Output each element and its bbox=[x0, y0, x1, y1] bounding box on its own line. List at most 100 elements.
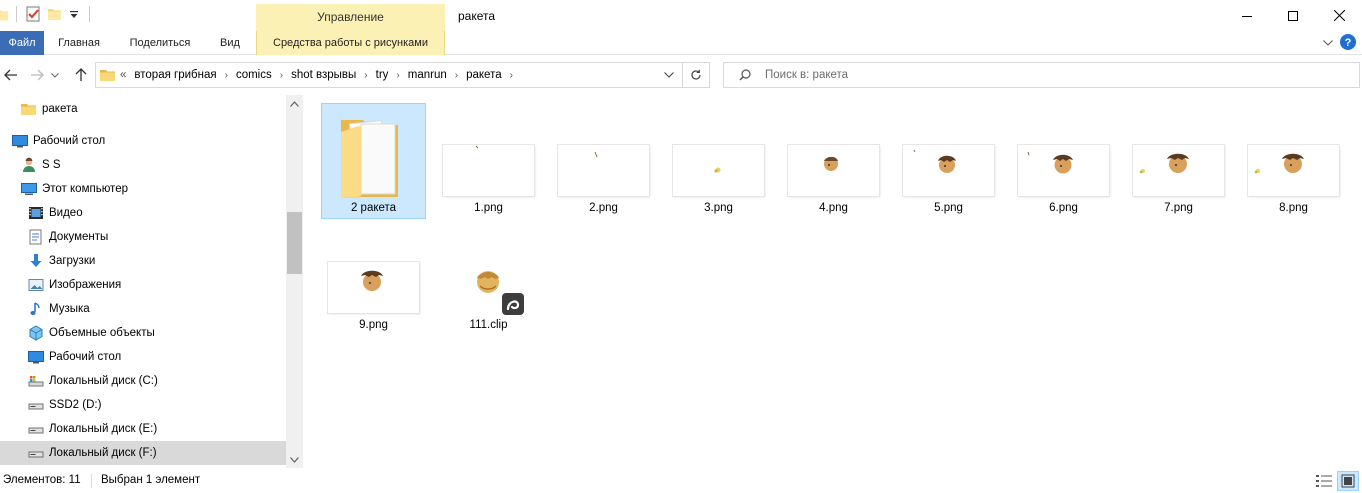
navigation-pane: ракета Рабочий стол S S Этот компьютер В… bbox=[0, 95, 303, 468]
image-thumbnail bbox=[903, 145, 994, 196]
chevron-right-icon[interactable]: › bbox=[396, 70, 399, 81]
breadcrumb-item[interactable]: manrun bbox=[408, 69, 447, 81]
file-name: 7.png bbox=[1164, 202, 1193, 214]
nav-item-music[interactable]: Музыка bbox=[0, 297, 286, 321]
breadcrumb-item[interactable]: try bbox=[376, 69, 389, 81]
chevron-up-icon bbox=[290, 100, 299, 107]
arrow-right-icon bbox=[31, 69, 44, 81]
drive-icon bbox=[28, 445, 44, 461]
large-icons-view-button[interactable] bbox=[1337, 471, 1359, 491]
expand-ribbon-button[interactable] bbox=[1318, 34, 1338, 52]
file-item-clip[interactable]: 111.clip bbox=[436, 220, 541, 336]
file-item-image[interactable]: 4.png bbox=[781, 103, 886, 219]
refresh-icon bbox=[691, 69, 701, 80]
file-name: 1.png bbox=[474, 202, 503, 214]
nav-item-raketa[interactable]: ракета bbox=[0, 97, 286, 121]
file-item-folder[interactable]: 2 ракета bbox=[321, 103, 426, 219]
nav-item-label: Загрузки bbox=[49, 255, 96, 267]
back-button[interactable] bbox=[0, 65, 22, 85]
up-button[interactable] bbox=[70, 65, 92, 85]
tab-home[interactable]: Главная bbox=[48, 31, 110, 55]
scrollbar-thumb[interactable] bbox=[287, 212, 302, 274]
nav-item-downloads[interactable]: Загрузки bbox=[0, 249, 286, 273]
nav-item-this-pc[interactable]: Этот компьютер bbox=[0, 177, 286, 201]
file-item-image[interactable]: 6.png bbox=[1011, 103, 1116, 219]
chevron-right-icon[interactable]: › bbox=[280, 70, 283, 81]
file-item-image[interactable]: 8.png bbox=[1241, 103, 1346, 219]
customize-qat-icon[interactable] bbox=[69, 6, 79, 22]
file-item-image[interactable]: 2.png bbox=[551, 103, 656, 219]
image-thumbnail bbox=[673, 145, 764, 196]
properties-icon[interactable] bbox=[25, 6, 41, 22]
help-button[interactable]: ? bbox=[1340, 34, 1358, 52]
breadcrumb: « вторая грибная › comics › shot взрывы … bbox=[120, 63, 521, 87]
nav-item-pictures[interactable]: Изображения bbox=[0, 273, 286, 297]
tab-view[interactable]: Вид bbox=[208, 31, 252, 55]
address-history-button[interactable] bbox=[658, 63, 680, 87]
nav-item-desktop[interactable]: Рабочий стол bbox=[0, 345, 286, 369]
file-item-image[interactable]: 1.png bbox=[436, 103, 541, 219]
nav-item-label: ракета bbox=[42, 103, 78, 115]
file-name: 3.png bbox=[704, 202, 733, 214]
nav-item-drive-c[interactable]: Локальный диск (C:) bbox=[0, 369, 286, 393]
breadcrumb-item[interactable]: shot взрывы bbox=[291, 69, 356, 81]
image-thumbnail bbox=[1018, 145, 1109, 196]
large-icons-view-icon bbox=[1341, 474, 1355, 488]
nav-item-drive-e[interactable]: Локальный диск (E:) bbox=[0, 417, 286, 441]
quick-access-toolbar bbox=[0, 6, 90, 22]
search-input[interactable]: Поиск в: ракета bbox=[723, 62, 1360, 88]
minimize-button[interactable] bbox=[1224, 0, 1270, 31]
status-divider bbox=[91, 474, 92, 488]
address-bar[interactable]: « вторая грибная › comics › shot взрывы … bbox=[95, 62, 710, 88]
scroll-up-button[interactable] bbox=[286, 95, 303, 112]
maximize-button[interactable] bbox=[1270, 0, 1316, 31]
chevron-right-icon[interactable]: › bbox=[364, 70, 367, 81]
refresh-button[interactable] bbox=[682, 63, 709, 87]
file-item-image[interactable]: 7.png bbox=[1126, 103, 1231, 219]
file-item-image[interactable]: 5.png bbox=[896, 103, 1001, 219]
nav-item-user[interactable]: S S bbox=[0, 153, 286, 177]
nav-item-label: Локальный диск (C:) bbox=[49, 375, 158, 387]
forward-button[interactable] bbox=[26, 65, 48, 85]
nav-item-drive-f[interactable]: Локальный диск (F:) bbox=[0, 441, 286, 465]
breadcrumb-item[interactable]: вторая грибная bbox=[134, 69, 216, 81]
nav-item-drive-d[interactable]: SSD2 (D:) bbox=[0, 393, 286, 417]
nav-item-label: Музыка bbox=[49, 303, 90, 315]
folder-icon bbox=[100, 67, 116, 83]
context-group-title: Управление bbox=[317, 10, 384, 24]
help-icon: ? bbox=[1340, 34, 1356, 50]
desktop-icon bbox=[12, 133, 28, 149]
scroll-down-button[interactable] bbox=[286, 451, 303, 468]
nav-item-3d-objects[interactable]: Объемные объекты bbox=[0, 321, 286, 345]
folder-icon[interactable] bbox=[0, 6, 10, 22]
tab-file[interactable]: Файл bbox=[0, 31, 44, 55]
nav-item-video[interactable]: Видео bbox=[0, 201, 286, 225]
nav-scrollbar[interactable] bbox=[286, 95, 303, 468]
3d-objects-icon bbox=[28, 325, 44, 341]
tab-share[interactable]: Поделиться bbox=[120, 31, 200, 55]
close-button[interactable] bbox=[1316, 0, 1362, 31]
file-item-image[interactable]: 3.png bbox=[666, 103, 771, 219]
chevron-right-icon[interactable]: › bbox=[455, 70, 458, 81]
details-view-button[interactable] bbox=[1313, 471, 1335, 491]
drive-c-icon bbox=[28, 373, 44, 389]
nav-item-desktop-root[interactable]: Рабочий стол bbox=[0, 129, 286, 153]
downloads-icon bbox=[28, 253, 44, 269]
nav-item-label: Рабочий стол bbox=[33, 135, 106, 147]
breadcrumb-item[interactable]: comics bbox=[236, 69, 272, 81]
recent-locations-button[interactable] bbox=[48, 65, 62, 85]
breadcrumb-item[interactable]: ракета bbox=[466, 69, 502, 81]
window-title: ракета bbox=[458, 9, 496, 23]
nav-item-label: Документы bbox=[49, 231, 109, 243]
tab-picture-tools[interactable]: Средства работы с рисунками bbox=[256, 31, 445, 55]
chevron-right-icon[interactable]: › bbox=[510, 70, 513, 81]
chevron-right-icon[interactable]: › bbox=[225, 70, 228, 81]
file-item-image[interactable]: 9.png bbox=[321, 220, 426, 336]
music-icon bbox=[28, 301, 44, 317]
nav-item-documents[interactable]: Документы bbox=[0, 225, 286, 249]
nav-item-label: Видео bbox=[49, 207, 83, 219]
new-folder-icon[interactable] bbox=[47, 6, 63, 22]
ribbon-tabs: Файл Главная Поделиться Вид Средства раб… bbox=[0, 31, 1362, 55]
nav-item-label: S S bbox=[42, 159, 61, 171]
breadcrumb-overflow[interactable]: « bbox=[120, 69, 126, 81]
